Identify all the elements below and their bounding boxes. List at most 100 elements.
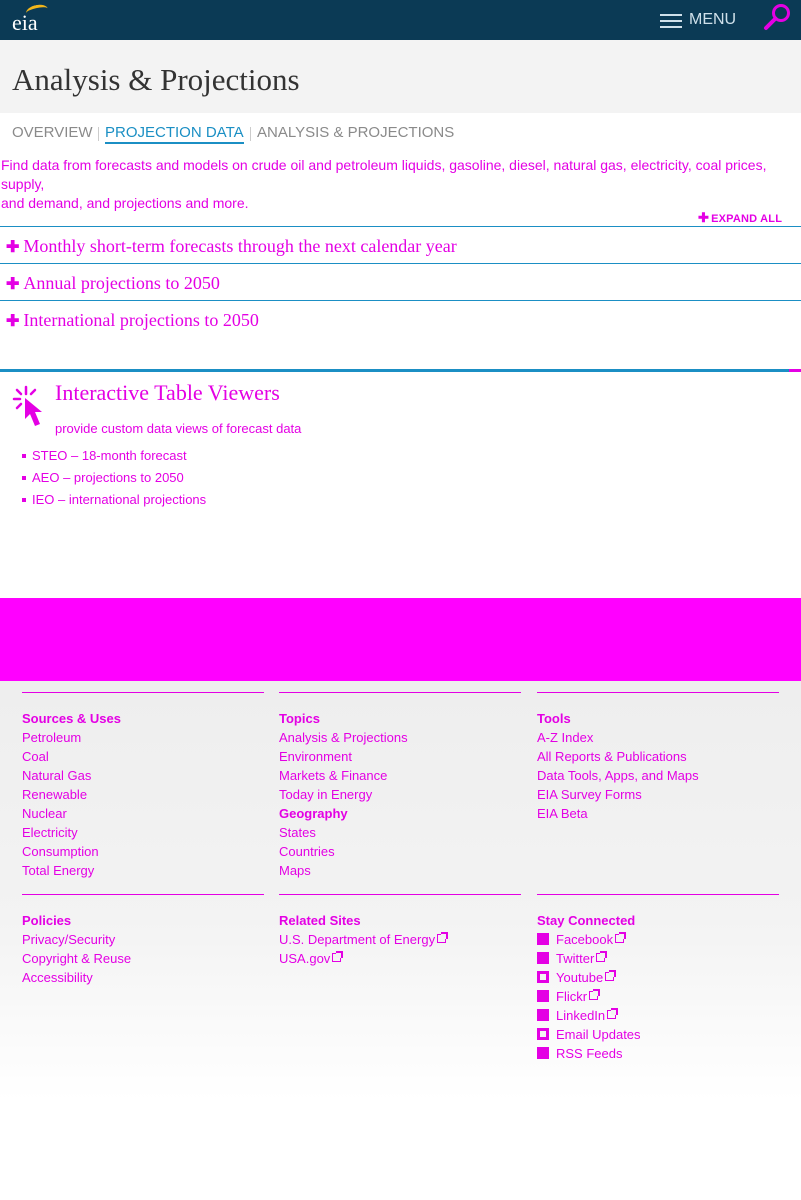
viewers-description: provide custom data views of forecast da… bbox=[55, 421, 302, 436]
promo-band bbox=[0, 598, 801, 681]
expand-all-label: EXPAND ALL bbox=[711, 213, 783, 225]
footer-link-label: Email Updates bbox=[556, 1027, 641, 1042]
footer-link-privacy[interactable]: Privacy/Security bbox=[22, 930, 264, 949]
accordion-divider bbox=[0, 263, 801, 264]
footer-link-youtube[interactable]: Youtube bbox=[537, 968, 779, 987]
footer-link-facebook[interactable]: Facebook bbox=[537, 930, 779, 949]
tab-projection-data[interactable]: PROJECTION DATA bbox=[105, 124, 244, 144]
footer-link-accessibility[interactable]: Accessibility bbox=[22, 968, 264, 987]
accordion-item-international[interactable]: ✚ International projections to 2050 bbox=[6, 302, 259, 338]
external-link-icon bbox=[596, 951, 608, 962]
eia-logo[interactable]: eia bbox=[12, 2, 52, 35]
twitter-icon bbox=[537, 952, 549, 964]
footer-link-az-index[interactable]: A-Z Index bbox=[537, 728, 779, 747]
footer-link-twitter[interactable]: Twitter bbox=[537, 949, 779, 968]
footer-rule bbox=[279, 894, 521, 895]
footer-link-linkedin[interactable]: LinkedIn bbox=[537, 1006, 779, 1025]
footer-link-copyright[interactable]: Copyright & Reuse bbox=[22, 949, 264, 968]
external-link-icon bbox=[332, 951, 344, 962]
linkedin-icon bbox=[537, 1009, 549, 1021]
footer-link-label: USA.gov bbox=[279, 951, 331, 966]
footer-col-policies: Policies Privacy/Security Copyright & Re… bbox=[22, 894, 264, 987]
footer-heading: Stay Connected bbox=[537, 913, 636, 928]
footer-heading: Tools bbox=[537, 711, 571, 726]
footer-link-renewable[interactable]: Renewable bbox=[22, 785, 264, 804]
footer-link-doe[interactable]: U.S. Department of Energy bbox=[279, 930, 521, 949]
plus-icon: ✚ bbox=[6, 313, 20, 330]
footer-link-survey-forms[interactable]: EIA Survey Forms bbox=[537, 785, 779, 804]
cursor-click-icon bbox=[12, 385, 42, 426]
footer-link-environment[interactable]: Environment bbox=[279, 747, 521, 766]
viewers-title: Interactive Table Viewers bbox=[55, 380, 280, 405]
tab-analysis-projections[interactable]: ANALYSIS & PROJECTIONS bbox=[257, 124, 454, 141]
logo-text: eia bbox=[12, 10, 38, 35]
footer-link-data-tools[interactable]: Data Tools, Apps, and Maps bbox=[537, 766, 779, 785]
footer-heading: Topics bbox=[279, 711, 320, 726]
footer-rule bbox=[22, 894, 264, 895]
plus-icon: ✚ bbox=[6, 239, 20, 256]
footer-col-tools: Tools A-Z Index All Reports & Publicatio… bbox=[537, 692, 779, 823]
email-icon bbox=[537, 1028, 549, 1040]
footer-link-label: RSS Feeds bbox=[556, 1046, 623, 1061]
footer-link-usagov[interactable]: USA.gov bbox=[279, 949, 521, 968]
external-link-icon bbox=[615, 932, 627, 943]
footer-link-analysis[interactable]: Analysis & Projections bbox=[279, 728, 521, 747]
search-icon[interactable] bbox=[762, 2, 794, 32]
footer-link-email[interactable]: Email Updates bbox=[537, 1025, 779, 1044]
footer-rule bbox=[537, 894, 779, 895]
footer-link-total-energy[interactable]: Total Energy bbox=[22, 861, 264, 880]
footer-link-consumption[interactable]: Consumption bbox=[22, 842, 264, 861]
accordion-divider bbox=[0, 300, 801, 301]
viewers-list: STEO – 18-month forecast AEO – projectio… bbox=[22, 448, 206, 514]
top-header: eia MENU bbox=[0, 0, 801, 40]
footer-link-flickr[interactable]: Flickr bbox=[537, 987, 779, 1006]
external-link-icon bbox=[607, 1008, 619, 1019]
footer-link-states[interactable]: States bbox=[279, 823, 521, 842]
footer-link-reports[interactable]: All Reports & Publications bbox=[537, 747, 779, 766]
footer-link-maps[interactable]: Maps bbox=[279, 861, 521, 880]
site-footer: Sources & Uses Petroleum Coal Natural Ga… bbox=[0, 681, 801, 1200]
footer-link-eia-beta[interactable]: EIA Beta bbox=[537, 804, 779, 823]
tab-overview[interactable]: OVERVIEW bbox=[12, 124, 93, 141]
footer-rule bbox=[279, 692, 521, 693]
external-link-icon bbox=[605, 970, 617, 981]
intro-text: Find data from forecasts and models on c… bbox=[1, 156, 791, 213]
footer-link-today[interactable]: Today in Energy bbox=[279, 785, 521, 804]
tab-divider bbox=[98, 127, 99, 141]
footer-col-topics: Topics Analysis & Projections Environmen… bbox=[279, 692, 521, 880]
plus-icon: ✚ bbox=[698, 210, 710, 225]
plus-icon: ✚ bbox=[6, 276, 20, 293]
footer-col-connected: Stay Connected Facebook Twitter Youtube … bbox=[537, 894, 779, 1063]
tab-divider bbox=[250, 127, 251, 141]
external-link-icon bbox=[437, 932, 449, 943]
footer-link-natural-gas[interactable]: Natural Gas bbox=[22, 766, 264, 785]
viewer-link-ieo[interactable]: IEO – international projections bbox=[22, 492, 206, 514]
footer-link-markets[interactable]: Markets & Finance bbox=[279, 766, 521, 785]
footer-link-coal[interactable]: Coal bbox=[22, 747, 264, 766]
accordion-item-label: Annual projections to 2050 bbox=[23, 273, 220, 293]
footer-link-electricity[interactable]: Electricity bbox=[22, 823, 264, 842]
footer-link-countries[interactable]: Countries bbox=[279, 842, 521, 861]
footer-heading: Sources & Uses bbox=[22, 711, 121, 726]
footer-link-nuclear[interactable]: Nuclear bbox=[22, 804, 264, 823]
youtube-icon bbox=[537, 971, 549, 983]
footer-heading: Policies bbox=[22, 913, 72, 928]
accordion-item-annual[interactable]: ✚ Annual projections to 2050 bbox=[6, 265, 220, 301]
footer-link-petroleum[interactable]: Petroleum bbox=[22, 728, 264, 747]
viewer-link-steo[interactable]: STEO – 18-month forecast bbox=[22, 448, 206, 470]
footer-link-rss[interactable]: RSS Feeds bbox=[537, 1044, 779, 1063]
intro-line-1: Find data from forecasts and models on c… bbox=[1, 157, 767, 192]
expand-all-link[interactable]: ✚ EXPAND ALL bbox=[698, 210, 782, 226]
accordion-item-label: Monthly short-term forecasts through the… bbox=[23, 236, 457, 256]
footer-link-label: U.S. Department of Energy bbox=[279, 932, 436, 947]
accordion-divider bbox=[0, 226, 801, 227]
accordion-item-monthly[interactable]: ✚ Monthly short-term forecasts through th… bbox=[6, 228, 457, 264]
facebook-icon bbox=[537, 933, 549, 945]
footer-heading: Geography bbox=[279, 806, 348, 821]
viewer-link-aeo[interactable]: AEO – projections to 2050 bbox=[22, 470, 206, 492]
hamburger-icon bbox=[660, 14, 682, 28]
rss-icon bbox=[537, 1047, 549, 1059]
footer-rule bbox=[537, 692, 779, 693]
external-link-icon bbox=[589, 989, 601, 1000]
title-band: Analysis & Projections bbox=[0, 40, 801, 113]
